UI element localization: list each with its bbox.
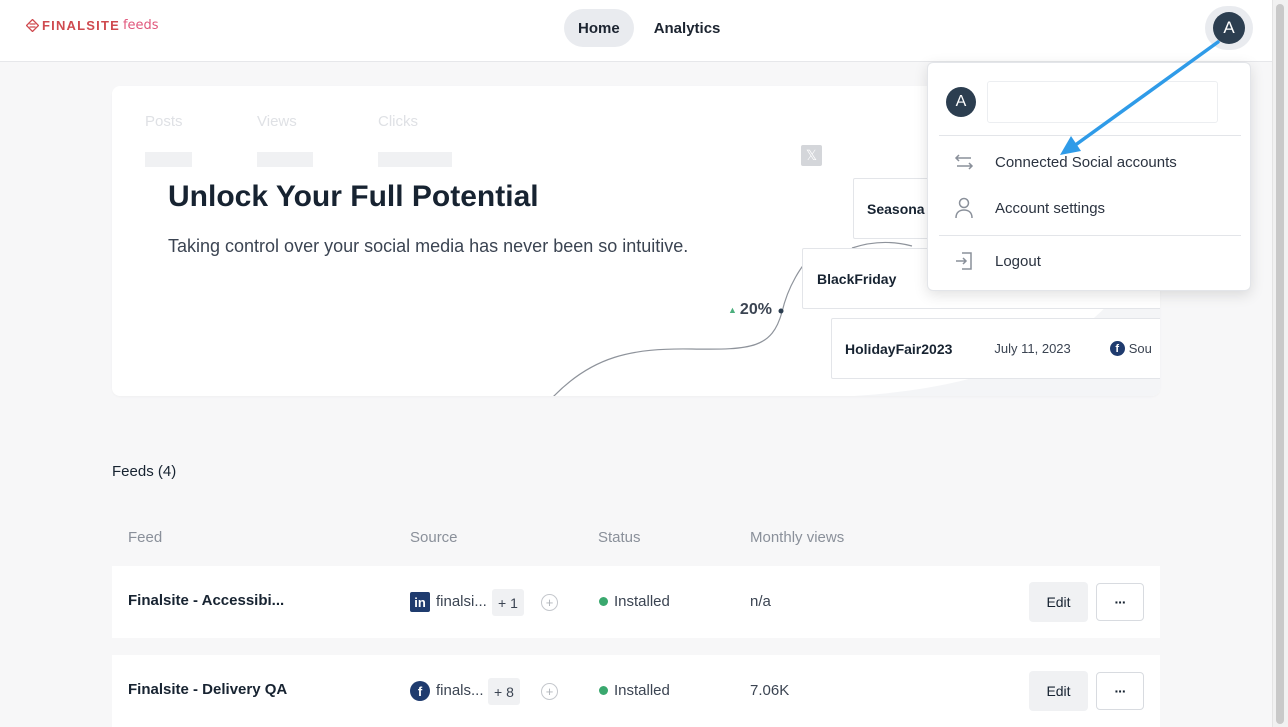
menu-item-label: Account settings [995,199,1106,217]
top-header: FINALSITE feeds Home Analytics A [0,0,1288,62]
feed-name[interactable]: Finalsite - Accessibi... [128,592,284,609]
status-dot [599,597,608,606]
percent-change: ▲ 20% [728,301,772,319]
more-actions-button[interactable]: ··· [1096,583,1144,621]
promo-subtitle: Taking control over your social media ha… [168,236,689,256]
more-actions-button[interactable]: ··· [1096,672,1144,710]
table-row[interactable]: Finalsite - Delivery QA f finals... + 8 … [112,655,1160,727]
monthly-views-value: n/a [750,593,771,610]
status-indicator: Installed [599,593,670,610]
feeds-count-heading: Feeds (4) [112,463,177,480]
table-row[interactable]: Finalsite - Accessibi... in finalsi... +… [112,566,1160,638]
add-source-icon[interactable]: + [541,594,558,611]
sample-feed-date: July 11, 2023 [994,341,1071,356]
menu-item-connected-social-accounts[interactable]: Connected Social accounts [928,142,1250,182]
brand-name: FINALSITE [42,18,120,33]
nav-tab-analytics[interactable]: Analytics [640,9,735,47]
status-label: Installed [614,593,670,610]
account-dropdown-menu: A Connected Social accounts Account sett… [927,62,1251,291]
up-triangle-icon: ▲ [728,305,737,315]
sample-feed-card: HolidayFair2023 July 11, 2023 f Sou [831,318,1160,379]
user-avatar-button[interactable]: A [1213,12,1245,44]
column-header-monthly-views: Monthly views [750,529,845,546]
brand-suffix: feeds [122,18,159,33]
facebook-icon: f [1109,341,1125,356]
status-label: Installed [614,682,670,699]
menu-item-account-settings[interactable]: Account settings [928,188,1250,228]
column-header-feed: Feed [128,529,163,546]
finalsite-feeds-logo[interactable]: FINALSITE feeds [26,18,159,33]
percent-change-value: 20% [739,301,772,318]
column-header-source: Source [410,529,458,546]
more-sources-badge[interactable]: + 8 [488,678,520,705]
facebook-icon: f [410,681,430,701]
menu-item-label: Logout [995,252,1041,270]
status-dot [599,686,608,695]
source-name: finals... [436,682,484,699]
swap-arrows-icon [953,151,975,173]
nav-tab-home[interactable]: Home [564,9,634,47]
user-icon [953,197,975,219]
main-nav: Home Analytics [564,9,734,47]
column-header-status: Status [598,529,641,546]
finalsite-logo-icon [26,19,39,32]
promo-title: Unlock Your Full Potential [168,180,539,213]
monthly-views-value: 7.06K [750,682,790,699]
account-name-field [987,81,1218,123]
sample-feed-name: BlackFriday [817,270,897,287]
feed-name[interactable]: Finalsite - Delivery QA [128,681,287,698]
logout-icon [953,250,975,272]
menu-item-logout[interactable]: Logout [928,241,1250,281]
sample-feed-source-name: Sou [1128,341,1152,356]
linkedin-icon: in [410,592,430,612]
status-indicator: Installed [599,682,670,699]
divider [939,235,1241,236]
x-twitter-icon: 𝕏 [801,145,822,166]
source-name: finalsi... [436,593,487,610]
sample-feed-name: HolidayFair2023 [845,340,953,357]
more-sources-badge[interactable]: + 1 [492,589,524,616]
edit-button[interactable]: Edit [1029,671,1088,711]
dropdown-avatar: A [946,87,976,117]
sample-feed-name: Seasona [867,200,925,217]
divider [939,135,1241,136]
scrollbar-thumb[interactable] [1276,4,1284,724]
sample-feed-source: f Sou [1109,341,1152,356]
add-source-icon[interactable]: + [541,683,558,700]
menu-item-label: Connected Social accounts [995,153,1177,171]
edit-button[interactable]: Edit [1029,582,1088,622]
